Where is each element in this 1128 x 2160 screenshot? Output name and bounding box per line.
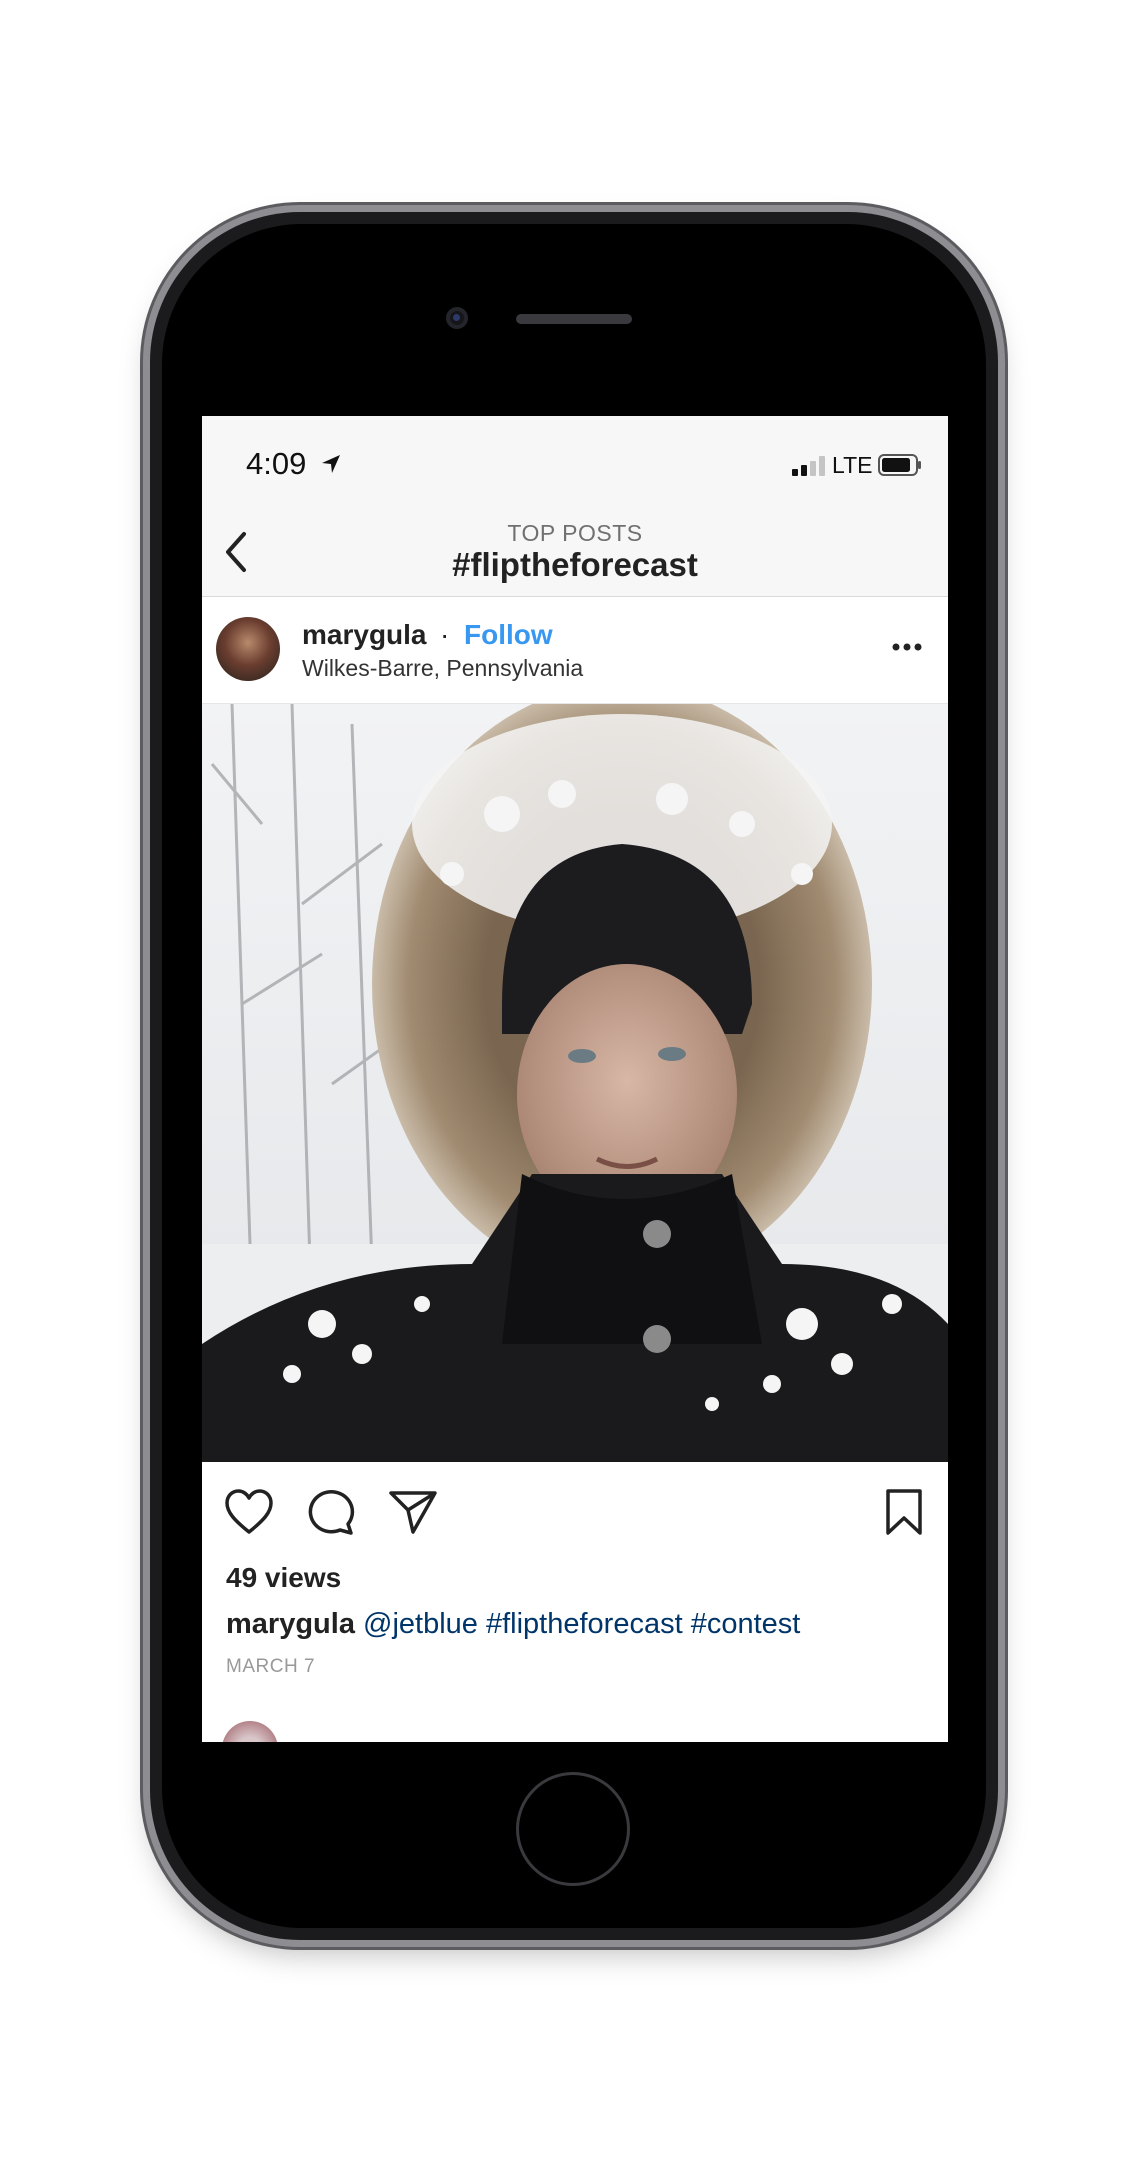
- post-date: MARCH 7: [226, 1656, 316, 1677]
- bookmark-icon[interactable]: [884, 1488, 924, 1536]
- post-caption: marygula @jetblue #fliptheforecast #cont…: [226, 1608, 800, 1641]
- view-count[interactable]: 49 views: [226, 1562, 341, 1594]
- volume-up-button: [140, 530, 148, 630]
- status-bar: 4:09 LTE: [202, 416, 948, 508]
- nav-bar: TOP POSTS #fliptheforecast: [202, 508, 948, 597]
- front-camera: [446, 307, 468, 329]
- mute-switch: [140, 410, 148, 466]
- comment-icon[interactable]: [306, 1488, 356, 1536]
- more-icon[interactable]: [892, 641, 922, 653]
- post-actions: [202, 1462, 948, 1562]
- caption-hashtag-contest[interactable]: #contest: [691, 1608, 801, 1640]
- location-arrow-icon: [322, 455, 340, 473]
- caption-mention[interactable]: @jetblue: [363, 1608, 478, 1640]
- caption-hashtag-fliptheforecast[interactable]: #fliptheforecast: [486, 1608, 683, 1640]
- earpiece-speaker: [516, 314, 632, 324]
- separator-dot: ·: [440, 619, 450, 650]
- caption-username[interactable]: marygula: [226, 1608, 355, 1640]
- signal-icon: [792, 456, 825, 476]
- nav-subtitle: TOP POSTS: [507, 520, 643, 546]
- post-username[interactable]: marygula: [302, 619, 427, 651]
- volume-down-button: [140, 660, 148, 760]
- follow-button[interactable]: Follow: [464, 619, 553, 651]
- status-time: 4:09: [246, 446, 307, 481]
- heart-icon[interactable]: [224, 1488, 274, 1536]
- avatar[interactable]: [216, 617, 280, 681]
- share-icon[interactable]: [388, 1488, 438, 1536]
- home-button[interactable]: [516, 1772, 630, 1886]
- post-photo[interactable]: [202, 704, 948, 1462]
- next-post-avatar[interactable]: [222, 1721, 278, 1742]
- power-button: [1000, 530, 1008, 630]
- page-title: #fliptheforecast: [452, 546, 698, 583]
- post-location[interactable]: Wilkes-Barre, Pennsylvania: [302, 655, 583, 682]
- battery-icon: [878, 454, 921, 476]
- post-header: marygula · Follow Wilkes-Barre, Pennsylv…: [202, 597, 948, 704]
- snowy-selfie-image: [202, 704, 948, 1462]
- network-label: LTE: [832, 452, 873, 478]
- screen: 4:09 LTE TOP POSTS #fliptheforecast mary…: [202, 416, 948, 1742]
